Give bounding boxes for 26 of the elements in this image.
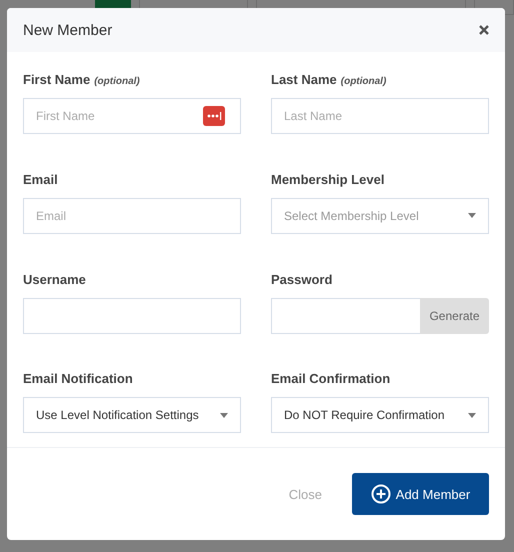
optional-note: (optional) <box>340 76 386 87</box>
caret-icon <box>468 213 476 218</box>
caret-icon <box>220 412 228 418</box>
optional-note: (optional) <box>94 76 140 87</box>
field-label: Last Name <box>271 72 337 87</box>
generate-button[interactable]: Generate <box>420 298 489 334</box>
field-label: Username <box>23 272 87 288</box>
select-dropdown[interactable]: Do NOT Require Confirmation <box>271 397 489 434</box>
field-label: Email <box>23 172 59 188</box>
input-field[interactable] <box>271 298 420 334</box>
field-label: First Name <box>23 72 90 87</box>
input-field[interactable]: Last Name <box>271 98 489 134</box>
field-label: Password <box>271 272 334 288</box>
input-field[interactable]: First Name <box>23 98 241 134</box>
select-dropdown[interactable]: Use Level Notification Settings <box>23 397 241 434</box>
field-label: Email Confirmation <box>271 371 392 388</box>
dialog-title: New Member <box>23 22 112 38</box>
input-field[interactable] <box>23 298 241 334</box>
field-label: Membership Level <box>271 172 386 188</box>
input-field[interactable]: Email <box>23 198 241 234</box>
add-member-button[interactable]: Add Member <box>352 473 489 515</box>
field-label: Email Notification <box>23 371 134 388</box>
close-button[interactable] <box>479 25 489 35</box>
caret-icon <box>468 412 476 418</box>
plus-circle-icon <box>370 484 391 504</box>
close-icon <box>479 25 489 35</box>
